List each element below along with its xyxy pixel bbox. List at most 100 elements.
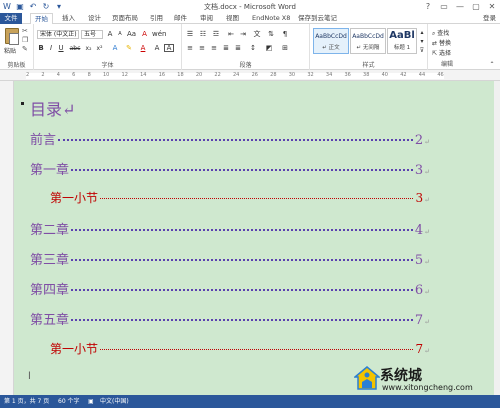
paste-icon[interactable] bbox=[5, 28, 19, 45]
tab-design[interactable]: 设计 bbox=[88, 13, 101, 24]
select-icon: ⇱ bbox=[432, 50, 439, 57]
proofing-icon[interactable]: ▣ bbox=[88, 395, 94, 408]
pinyin-guide-button[interactable]: wén bbox=[152, 30, 166, 39]
show-marks-icon[interactable]: ¶ bbox=[280, 30, 290, 39]
change-case-button[interactable]: Aa bbox=[127, 30, 136, 39]
increase-indent-icon[interactable]: ⇥ bbox=[238, 30, 248, 39]
bold-button[interactable]: B bbox=[37, 44, 45, 53]
styles-more-icon[interactable]: ⊽ bbox=[418, 46, 426, 55]
char-shading-button[interactable]: A bbox=[152, 44, 162, 53]
distributed-icon[interactable]: ≣ bbox=[233, 44, 243, 53]
toc-entry-label: 第二章 bbox=[30, 223, 70, 238]
decrease-indent-icon[interactable]: ⇤ bbox=[226, 30, 236, 39]
cut-icon[interactable]: ✂ bbox=[22, 28, 30, 35]
toc-entry[interactable]: 第四章 6 ↵ bbox=[30, 279, 430, 298]
paste-button[interactable]: 粘贴 bbox=[4, 46, 16, 55]
numbering-icon[interactable]: ☷ bbox=[198, 30, 208, 39]
horizontal-ruler[interactable]: 2 2 4 6 8 10 12 14 16 18 20 22 24 26 28 … bbox=[0, 70, 500, 81]
replace-button[interactable]: ⇄ 替换 bbox=[432, 38, 451, 47]
text-effects-button[interactable]: A bbox=[110, 44, 120, 53]
tab-endnote[interactable]: EndNote X8 bbox=[252, 13, 290, 24]
word-count[interactable]: 60 个字 bbox=[58, 395, 80, 408]
toc-entry-page: 4 bbox=[414, 223, 424, 238]
tab-file[interactable]: 文件 bbox=[0, 13, 22, 24]
clear-format-button[interactable]: A bbox=[140, 30, 149, 39]
font-group: 宋体 (中文正) 五号 A A Aa A wén B I U abc x₂ x²… bbox=[34, 24, 182, 70]
toc-entry-page: 6 bbox=[414, 283, 424, 298]
toc-entry-label: 第一小节 bbox=[50, 342, 99, 356]
toc-entry-label: 第一小节 bbox=[50, 191, 99, 205]
multilevel-list-icon[interactable]: ☲ bbox=[211, 30, 221, 39]
tab-cloud-note[interactable]: 保存到云笔记 bbox=[298, 13, 337, 24]
enclose-char-button[interactable]: A bbox=[164, 44, 174, 52]
style-heading-1-name: 标题 1 bbox=[393, 45, 411, 51]
page-count[interactable]: 第 1 页，共 7 页 bbox=[4, 395, 49, 408]
toc-entry[interactable]: 前言 2 ↵ bbox=[30, 129, 430, 148]
sort-icon[interactable]: ⇅ bbox=[266, 30, 276, 39]
vertical-scrollbar[interactable] bbox=[494, 81, 500, 395]
toc-entry[interactable]: 第一章 3 ↵ bbox=[30, 159, 430, 178]
style-heading-1[interactable]: AaBl 标题 1 bbox=[387, 28, 417, 54]
font-color-button[interactable]: A bbox=[138, 44, 148, 53]
clipboard-group-label: 剪贴板 bbox=[7, 62, 26, 69]
shading-icon[interactable]: ◩ bbox=[264, 44, 274, 53]
tab-references[interactable]: 引用 bbox=[150, 13, 163, 24]
toc-entry[interactable]: 第三章 5 ↵ bbox=[30, 249, 430, 268]
ribbon-display-button[interactable]: ▭ bbox=[438, 0, 450, 12]
close-button[interactable]: ✕ bbox=[486, 0, 498, 12]
align-center-icon[interactable]: ≡ bbox=[197, 44, 207, 53]
line-spacing-icon[interactable]: ↕ bbox=[248, 44, 258, 53]
language[interactable]: 中文(中国) bbox=[100, 395, 129, 408]
font-size-select[interactable]: 五号 bbox=[81, 30, 103, 39]
paragraph-marker bbox=[21, 102, 24, 105]
vertical-ruler[interactable] bbox=[0, 81, 14, 395]
strikethrough-button[interactable]: abc bbox=[69, 44, 81, 53]
tab-layout[interactable]: 页面布局 bbox=[112, 13, 138, 24]
bullets-icon[interactable]: ☰ bbox=[185, 30, 195, 39]
tab-view[interactable]: 视图 bbox=[226, 13, 239, 24]
styles-scroll-down-icon[interactable]: ▾ bbox=[418, 37, 426, 46]
align-left-icon[interactable]: ≡ bbox=[185, 44, 195, 53]
styles-scroll-up-icon[interactable]: ▴ bbox=[418, 28, 426, 37]
minimize-button[interactable]: — bbox=[454, 0, 466, 12]
title-bar: W ▣ ↶ ↻ ▾ 文档.docx - Microsoft Word ? ▭ —… bbox=[0, 0, 500, 13]
copy-icon[interactable]: ❐ bbox=[22, 37, 30, 44]
justify-icon[interactable]: ≣ bbox=[221, 44, 231, 53]
select-button[interactable]: ⇱ 选择 bbox=[432, 48, 451, 57]
tab-insert[interactable]: 插入 bbox=[62, 13, 75, 24]
font-name-select[interactable]: 宋体 (中文正) bbox=[37, 30, 79, 39]
toc-entry[interactable]: 第五章 7 ↵ bbox=[30, 309, 430, 328]
style-no-spacing[interactable]: AaBbCcDd ↵ 无间隔 bbox=[350, 28, 386, 54]
toc-leader bbox=[71, 169, 413, 171]
help-button[interactable]: ? bbox=[422, 0, 434, 12]
toc-entry[interactable]: 第一小节 7 ↵ bbox=[50, 340, 430, 357]
collapse-ribbon-icon[interactable]: ⌃ bbox=[488, 60, 496, 69]
toc-entry[interactable]: 第二章 4 ↵ bbox=[30, 219, 430, 238]
tab-mailings[interactable]: 邮件 bbox=[174, 13, 187, 24]
ruler-numbers: 2 2 4 6 8 10 12 14 16 18 20 22 24 26 28 … bbox=[26, 72, 444, 78]
toc-entry-page: 7 bbox=[415, 342, 424, 356]
style-normal[interactable]: AaBbCcDd ↵ 正文 bbox=[313, 28, 349, 54]
ribbon: 粘贴 ✂ ❐ ✎ 剪贴板 宋体 (中文正) 五号 A A Aa A wén B … bbox=[0, 24, 500, 70]
login-link[interactable]: 登录 bbox=[483, 13, 496, 24]
superscript-button[interactable]: x² bbox=[95, 44, 104, 53]
document-page[interactable]: 目录↵ 前言 2 ↵ 第一章 3 ↵ 第一小节 3 ↵ 第二章 4 ↵ 第三章 5 ↵ 第… bbox=[14, 81, 494, 395]
toc-leader bbox=[100, 349, 414, 350]
chinese-layout-icon[interactable]: 文 bbox=[252, 30, 262, 39]
toc-title: 目录↵ bbox=[21, 96, 75, 120]
format-painter-icon[interactable]: ✎ bbox=[22, 46, 30, 53]
styles-group-label: 样式 bbox=[362, 62, 375, 69]
tab-review[interactable]: 审阅 bbox=[200, 13, 213, 24]
shrink-font-button[interactable]: A bbox=[116, 30, 124, 39]
grow-font-button[interactable]: A bbox=[106, 30, 114, 39]
borders-icon[interactable]: ⊞ bbox=[280, 44, 290, 53]
align-right-icon[interactable]: ≡ bbox=[209, 44, 219, 53]
find-button[interactable]: ⌕ 查找 bbox=[432, 28, 449, 38]
subscript-button[interactable]: x₂ bbox=[84, 44, 93, 53]
maximize-button[interactable]: ▢ bbox=[470, 0, 482, 12]
toc-entry[interactable]: 第一小节 3 ↵ bbox=[50, 189, 430, 206]
toc-leader bbox=[71, 289, 413, 291]
italic-button[interactable]: I bbox=[47, 44, 55, 53]
underline-button[interactable]: U bbox=[57, 44, 65, 53]
highlight-color-icon[interactable]: ✎ bbox=[124, 44, 134, 53]
